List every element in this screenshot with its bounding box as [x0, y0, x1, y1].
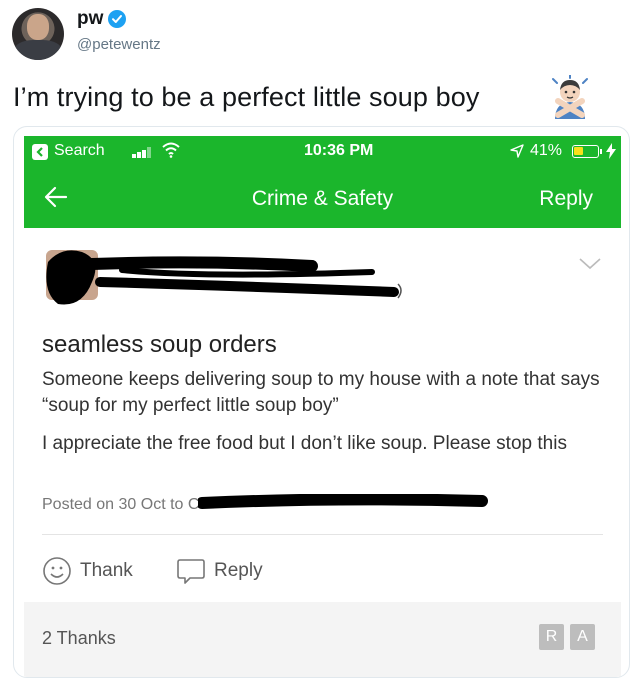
reply-label: Reply — [214, 560, 263, 581]
signal-bars-icon — [132, 147, 154, 158]
redacted-author-scribble — [46, 250, 402, 305]
thanker-avatar[interactable]: R — [539, 624, 564, 650]
nav-bar: Crime & Safety Reply — [24, 168, 621, 228]
status-bar: Search 10:36 PM 41% — [24, 136, 621, 168]
location-arrow-icon — [510, 144, 524, 158]
post-body: Someone keeps delivering soup to my hous… — [42, 367, 602, 469]
chevron-down-icon[interactable] — [579, 258, 601, 270]
avatar[interactable] — [12, 8, 64, 60]
posted-info: Posted on 30 Oct to C — [42, 496, 200, 513]
verified-badge-icon — [108, 10, 126, 28]
status-time: 10:36 PM — [304, 142, 374, 159]
battery-percent: 41% — [530, 142, 563, 159]
tweet-text: I’m trying to be a perfect little soup b… — [13, 82, 480, 112]
post: seamless soup orders Someone keeps deliv… — [24, 228, 621, 677]
media-card[interactable]: Search 10:36 PM 41% Crime & Safety Reply — [13, 126, 630, 678]
redacted-location-scribble — [198, 494, 488, 509]
avatar-face — [27, 14, 49, 40]
battery-icon — [572, 145, 602, 158]
post-title: seamless soup orders — [42, 331, 277, 358]
thank-button[interactable]: Thank — [42, 556, 133, 586]
thanker-avatar[interactable]: A — [570, 624, 595, 650]
post-body-paragraph: I appreciate the free food but I don’t l… — [42, 433, 567, 454]
display-name[interactable]: pw — [77, 8, 103, 30]
nav-reply-button[interactable]: Reply — [539, 187, 593, 211]
back-chevron-icon[interactable] — [32, 144, 48, 160]
charging-bolt-icon — [606, 143, 616, 159]
divider — [42, 534, 603, 535]
thanks-footer: 2 Thanks R A — [24, 602, 621, 677]
battery-fill — [574, 147, 583, 155]
tweet-header: pw @petewentz — [0, 0, 642, 70]
avatar-shirt — [14, 40, 62, 60]
smiley-icon — [43, 557, 71, 585]
thanks-count[interactable]: 2 Thanks — [42, 628, 116, 649]
nav-title: Crime & Safety — [251, 187, 394, 210]
speech-bubble-icon — [177, 559, 205, 584]
thank-label: Thank — [80, 560, 133, 581]
user-handle[interactable]: @petewentz — [77, 36, 161, 53]
battery-nub — [600, 149, 602, 154]
wifi-icon — [162, 142, 180, 158]
reply-button[interactable]: Reply — [176, 556, 263, 586]
post-body-paragraph: Someone keeps delivering soup to my hous… — [42, 369, 600, 416]
person-gesturing-no-emoji — [552, 75, 588, 119]
back-to-app-label[interactable]: Search — [54, 142, 105, 160]
